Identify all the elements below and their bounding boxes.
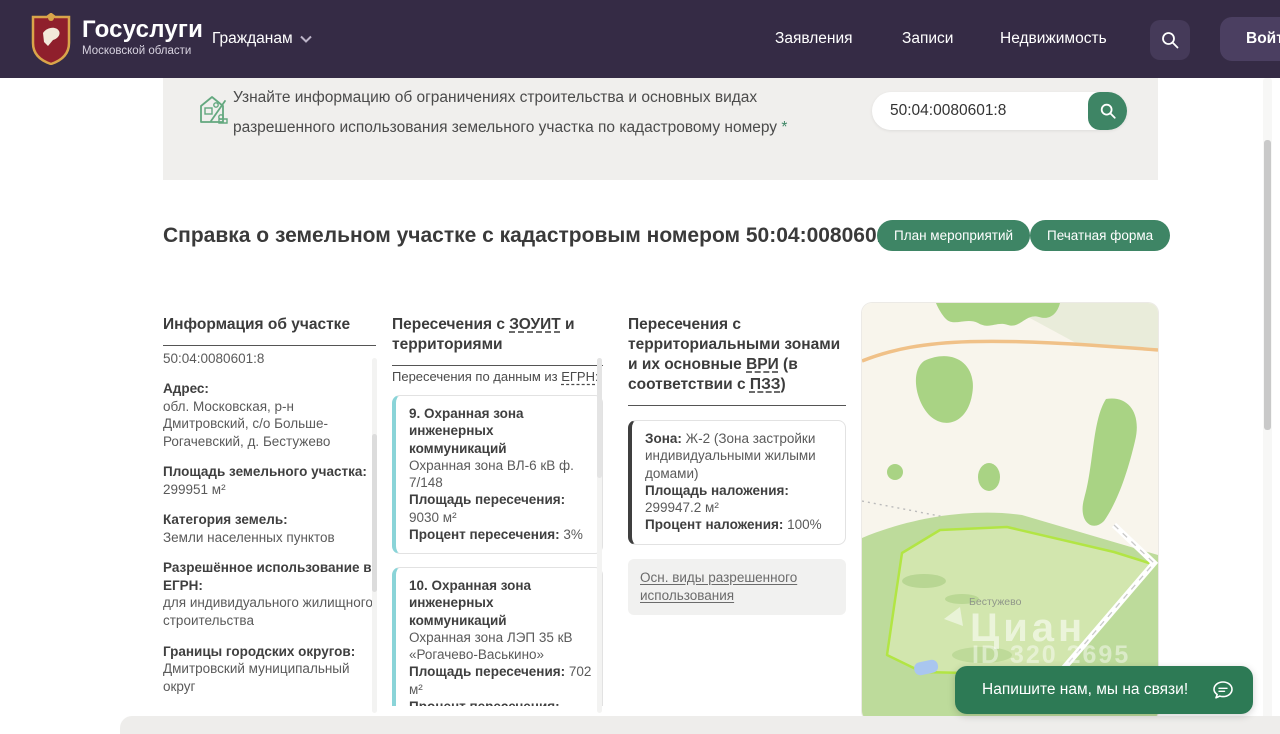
chat-widget-button[interactable]: Напишите нам, мы на связи! xyxy=(955,666,1253,714)
info-field-category: Категория земель: Земли населенных пункт… xyxy=(163,511,376,546)
map-canvas: Бестужево Циан ID 320 2695 xyxy=(862,303,1158,721)
brand-title: Госуслуги xyxy=(82,16,203,44)
nav-citizens-menu[interactable]: Гражданам xyxy=(212,30,312,48)
vri-term-link[interactable]: ВРИ xyxy=(746,356,779,373)
parcel-info-heading: Информация об участке xyxy=(163,315,376,346)
parcel-map[interactable]: Бестужево Циан ID 320 2695 xyxy=(862,303,1158,721)
permitted-use-link-box: Осн. виды разрешенного использования xyxy=(628,559,846,615)
info-field-area: Площадь земельного участка: 299951 м² xyxy=(163,463,376,498)
search-icon xyxy=(1160,30,1180,50)
pzz-term-link[interactable]: ПЗЗ xyxy=(750,376,781,393)
cadastral-number-value: 50:04:0080601:8 xyxy=(163,351,376,366)
zouit-card-10: 10. Охранная зона инженерных коммуникаци… xyxy=(392,567,603,706)
zouit-column: Пересечения с ЗОУИТ и территориями Перес… xyxy=(392,315,603,714)
brand-logo[interactable]: Госуслуги Московской области xyxy=(82,16,203,57)
cadastral-search-banner: Узнайте информацию об ограничениях строи… xyxy=(163,78,1158,180)
required-asterisk: * xyxy=(781,119,787,136)
territorial-zones-column: Пересечения с территориальными зонами и … xyxy=(628,315,846,714)
parcel-info-scroll-area[interactable]: 50:04:0080601:8 Адрес: обл. Московская, … xyxy=(163,346,376,700)
permitted-use-types-link[interactable]: Осн. виды разрешенного использования xyxy=(640,570,797,603)
header-search-button[interactable] xyxy=(1150,20,1190,60)
zouit-card-9: 9. Охранная зона инженерных коммуникаций… xyxy=(392,395,603,554)
top-header: Госуслуги Московской области Гражданам З… xyxy=(0,0,1280,78)
parcel-info-column: Информация об участке 50:04:0080601:8 Ад… xyxy=(163,315,376,714)
zouit-term-link[interactable]: ЗОУИТ xyxy=(509,316,560,333)
zone-card: Зона: Ж-2 (Зона застройки индивидуальным… xyxy=(628,420,846,545)
zones-heading: Пересечения с территориальными зонами и … xyxy=(628,315,846,406)
nav-citizens-label: Гражданам xyxy=(212,30,293,48)
search-icon xyxy=(1099,102,1117,120)
nav-item-records[interactable]: Записи xyxy=(902,30,953,48)
zouit-column-scrollbar-thumb[interactable] xyxy=(597,358,602,478)
banner-line2: разрешенного использования земельного уч… xyxy=(233,113,787,143)
moscow-region-emblem-icon xyxy=(30,13,72,65)
cadastral-search-button[interactable] xyxy=(1088,92,1127,130)
footer-strip xyxy=(120,716,1280,734)
info-field-district: Границы городских округов: Дмитровский м… xyxy=(163,643,376,696)
zouit-heading: Пересечения с ЗОУИТ и территориями xyxy=(392,315,603,366)
info-field-permitted-use: Разрешённое использование в ЕГРН: для ин… xyxy=(163,559,376,629)
page-title: Справка о земельном участке с кадастровы… xyxy=(163,224,907,248)
egrn-term-link[interactable]: ЕГРН xyxy=(561,369,595,384)
banner-line1: Узнайте информацию об ограничениях строи… xyxy=(233,83,787,113)
plan-meropriyatiy-button[interactable]: План мероприятий xyxy=(877,220,1030,251)
info-field-address: Адрес: обл. Московская, р-н Дмитровский,… xyxy=(163,380,376,450)
chat-label: Напишите нам, мы на связи! xyxy=(955,681,1188,699)
info-column-scrollbar-thumb[interactable] xyxy=(372,434,377,592)
brand-subtitle: Московской области xyxy=(82,45,203,57)
cadastral-search-field xyxy=(872,92,1127,130)
map-watermark-id: ID 320 2695 xyxy=(972,641,1130,669)
print-form-button[interactable]: Печатная форма xyxy=(1030,220,1170,251)
chat-bubble-icon xyxy=(1211,678,1235,702)
banner-description: Узнайте информацию об ограничениях строи… xyxy=(233,83,787,143)
chevron-down-icon xyxy=(300,35,312,43)
nav-item-realestate[interactable]: Недвижимость xyxy=(1000,30,1107,48)
house-calculator-icon xyxy=(195,91,233,129)
zouit-scroll-area[interactable]: Пересечения по данным из ЕГРН: 9. Охранн… xyxy=(392,366,603,706)
page-scrollbar-thumb[interactable] xyxy=(1264,140,1271,430)
nav-item-applications[interactable]: Заявления xyxy=(775,30,853,48)
zouit-subheading: Пересечения по данным из ЕГРН: xyxy=(392,369,603,384)
login-button[interactable]: Войти xyxy=(1220,17,1280,61)
